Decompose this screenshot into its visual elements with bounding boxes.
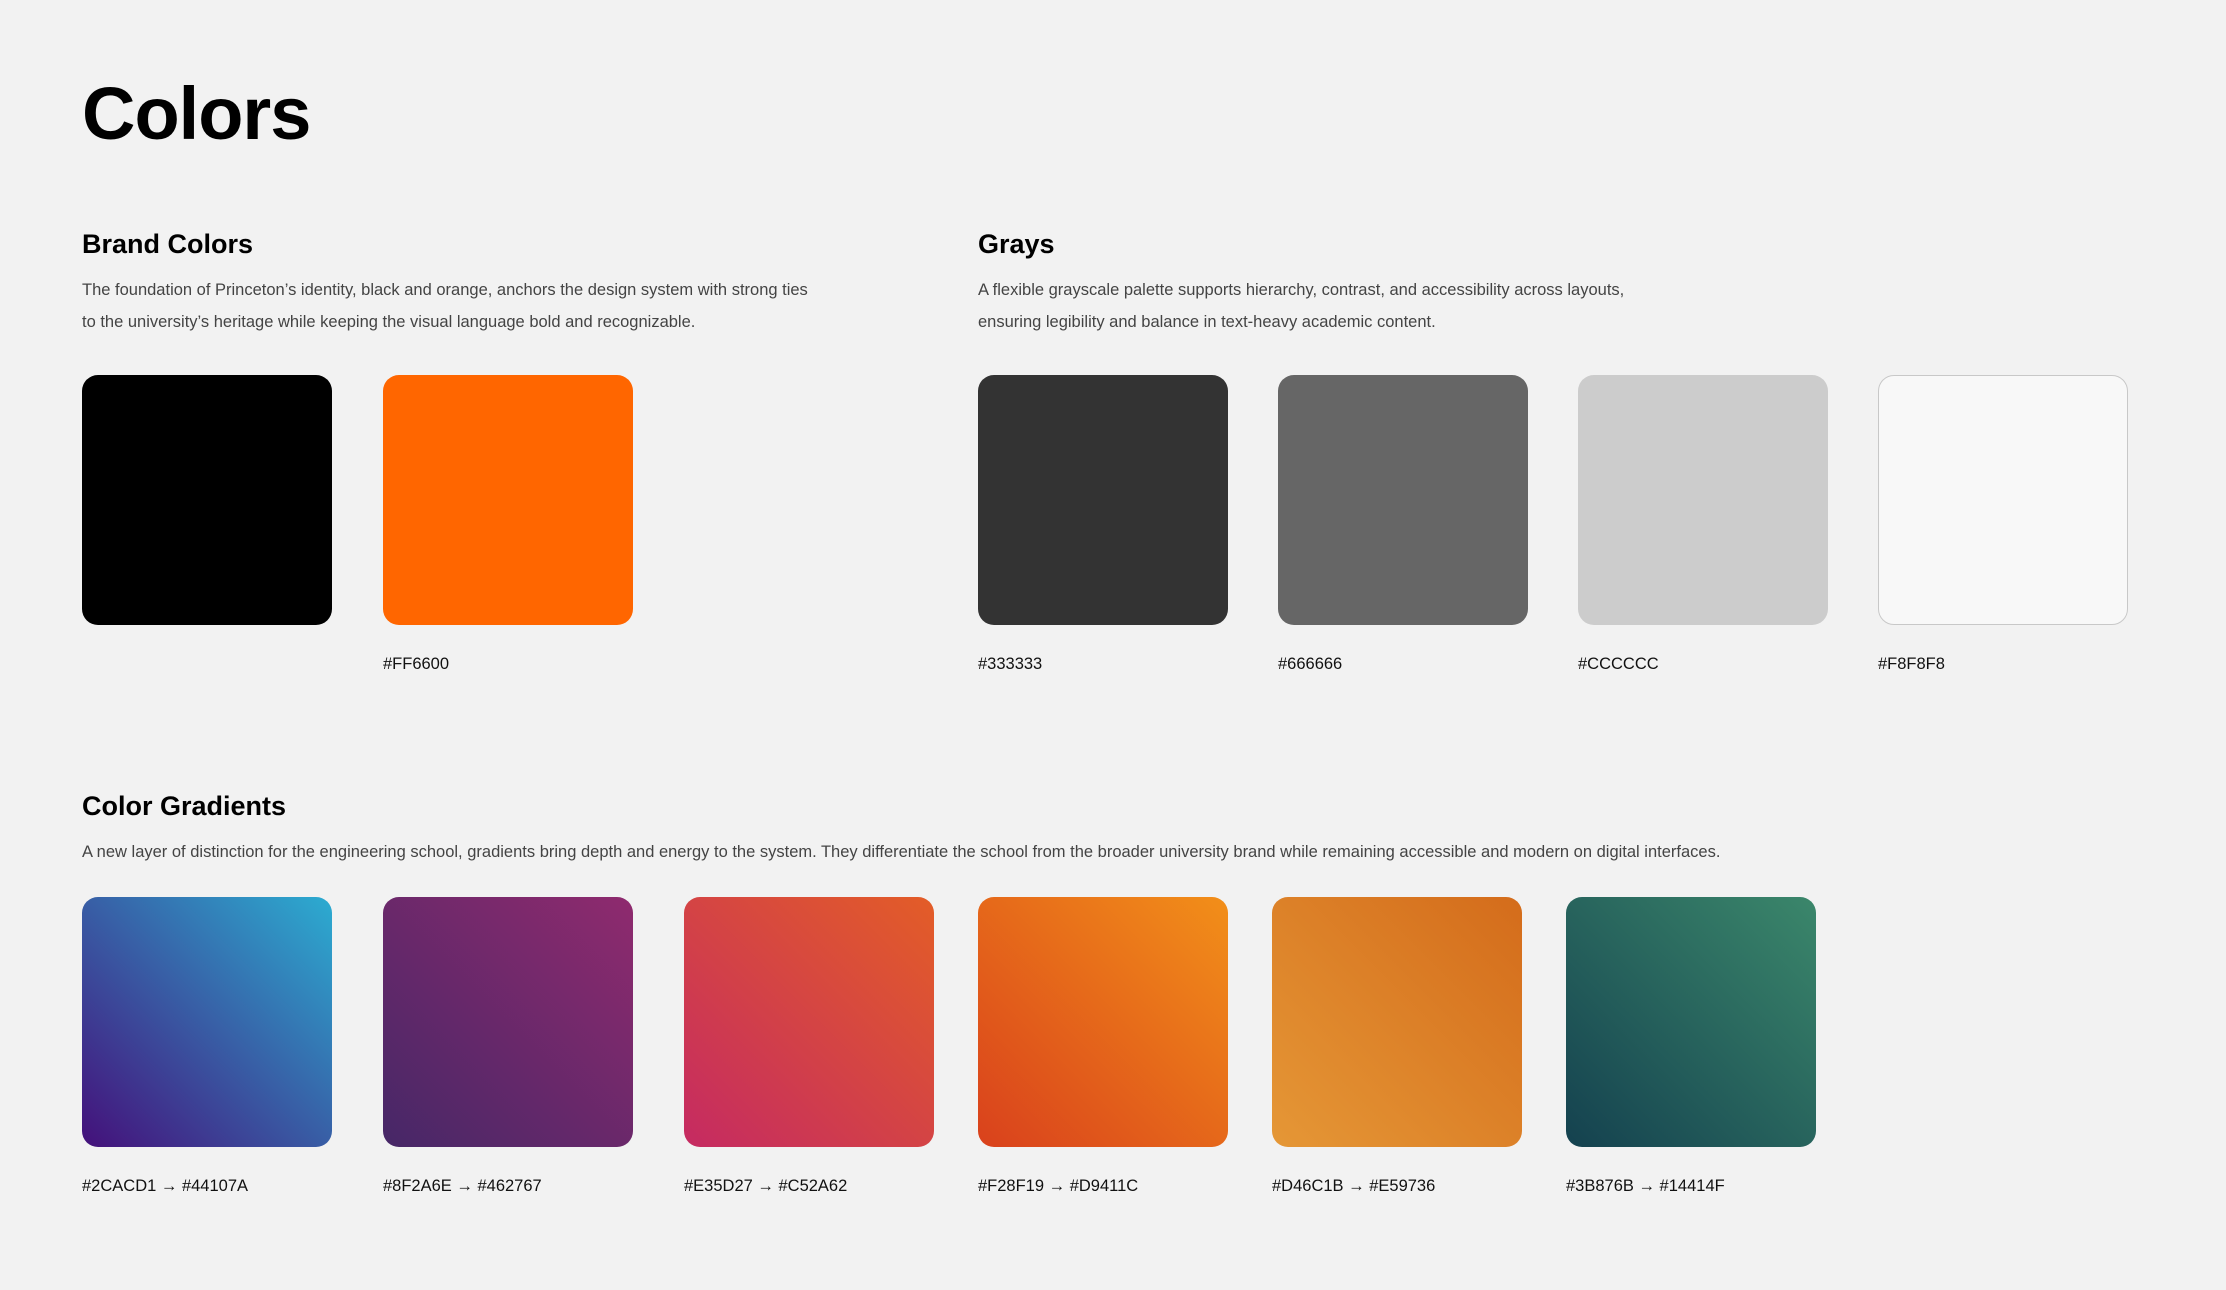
gradients-swatch-grid: #2CACD1 → #44107A #8F2A6E → #462767 #E35… (82, 897, 1816, 1197)
gray-swatch-card-666666: #666666 (1278, 375, 1528, 675)
page-title: Colors (82, 72, 311, 155)
brand-swatch-grid: #FF6600 (82, 375, 633, 675)
grays-title: Grays (978, 229, 1055, 259)
gradient-swatch-orange-pink (684, 897, 934, 1147)
orange-swatch-label: #FF6600 (383, 655, 450, 673)
brand-colors-title: Brand Colors (82, 229, 254, 259)
gradient-swatch-ochre-gold (1272, 897, 1522, 1147)
gradient-swatch-amber-red (978, 897, 1228, 1147)
gray-666666-label: #666666 (1278, 655, 1343, 673)
gradient-swatch-teal-navy (1566, 897, 1816, 1147)
gray-swatch-card-333333: #333333 (978, 375, 1228, 675)
grays-section: Grays A flexible grayscale palette suppo… (978, 228, 1678, 338)
gray-333333-label: #333333 (978, 655, 1043, 673)
gradient-swatch-label: #D46C1B → #E59736 (1272, 1177, 1436, 1195)
gray-cccccc-swatch (1578, 375, 1828, 625)
grays-swatch-grid: #333333 #666666 #CCCCCC #F8F8F8 (978, 375, 2128, 675)
gradient-swatch-blue-violet (82, 897, 332, 1147)
gradient-swatch-card-3: #E35D27 → #C52A62 (684, 897, 934, 1197)
brand-swatch-card-black (82, 375, 332, 675)
gradient-swatch-label: #2CACD1 → #44107A (82, 1177, 249, 1195)
brand-colors-description: The foundation of Princeton’s identity, … (82, 281, 808, 332)
gray-cccccc-label: #CCCCCC (1578, 655, 1659, 673)
gradients-section: Color Gradients A new layer of distincti… (82, 790, 1982, 868)
brand-colors-section: Brand Colors The foundation of Princeton… (82, 228, 822, 338)
grays-description: A flexible grayscale palette supports hi… (978, 281, 1625, 332)
gradients-title: Color Gradients (82, 791, 287, 821)
gradient-swatch-label: #3B876B → #14414F (1566, 1177, 1725, 1195)
brand-swatch-card-orange: #FF6600 (383, 375, 633, 675)
gray-666666-swatch (1278, 375, 1528, 625)
gradient-swatch-card-5: #D46C1B → #E59736 (1272, 897, 1522, 1197)
gradients-description: A new layer of distinction for the engin… (82, 843, 1721, 862)
gradient-swatch-label: #E35D27 → #C52A62 (684, 1177, 848, 1195)
gray-333333-swatch (978, 375, 1228, 625)
gradient-swatch-label: #F28F19 → #D9411C (978, 1177, 1139, 1195)
gradient-swatch-card-1: #2CACD1 → #44107A (82, 897, 332, 1197)
gray-swatch-card-cccccc: #CCCCCC (1578, 375, 1828, 675)
gray-f8f8f8-label: #F8F8F8 (1878, 655, 1945, 673)
orange-swatch (383, 375, 633, 625)
gradient-swatch-magenta-indigo (383, 897, 633, 1147)
gradient-swatch-card-4: #F28F19 → #D9411C (978, 897, 1228, 1197)
black-swatch-label (82, 653, 332, 675)
gradient-swatch-card-6: #3B876B → #14414F (1566, 897, 1816, 1197)
black-swatch (82, 375, 332, 625)
gray-swatch-card-f8f8f8: #F8F8F8 (1878, 375, 2128, 675)
gradient-swatch-label: #8F2A6E → #462767 (383, 1177, 542, 1195)
gray-f8f8f8-swatch (1878, 375, 2128, 625)
gradient-swatch-card-2: #8F2A6E → #462767 (383, 897, 633, 1197)
